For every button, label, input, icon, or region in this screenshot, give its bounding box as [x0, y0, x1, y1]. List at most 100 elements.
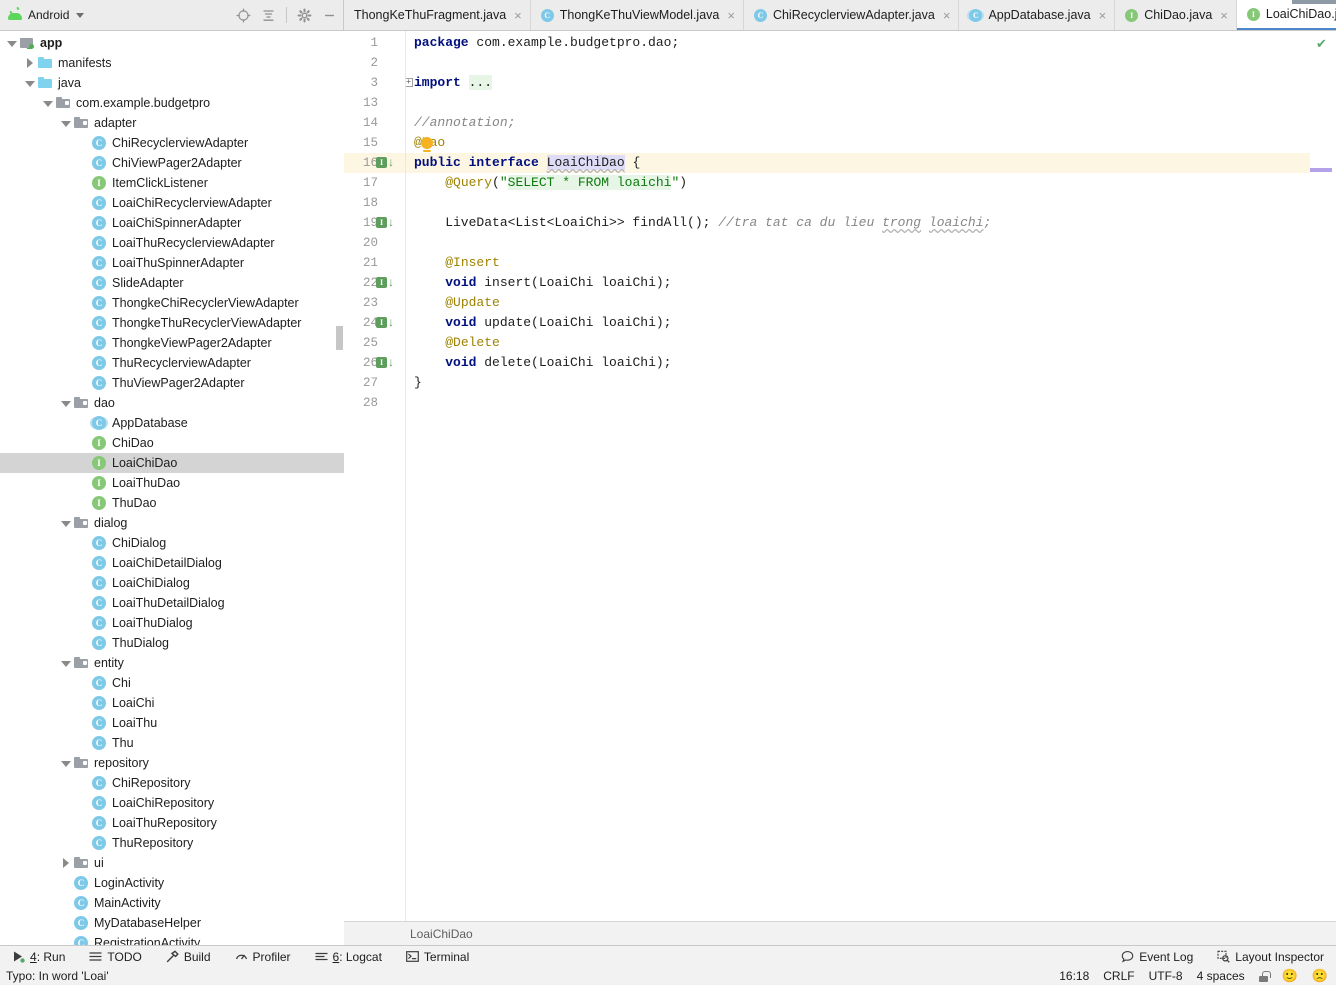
chevron-down-icon[interactable] [60, 118, 71, 129]
tree-item-loaithuspinneradapter[interactable]: C LoaiThuSpinnerAdapter [0, 253, 344, 273]
tree-item-thu[interactable]: C Thu [0, 733, 344, 753]
tool-window-button-terminal[interactable]: Terminal [394, 946, 481, 968]
tree-item-thurepository[interactable]: C ThuRepository [0, 833, 344, 853]
tree-item-chi[interactable]: C Chi [0, 673, 344, 693]
tool-window-button-logcat[interactable]: 6: Logcat [303, 946, 394, 968]
tree-item-registrationactivity[interactable]: C RegistrationActivity [0, 933, 344, 945]
tree-item-loaithu[interactable]: C LoaiThu [0, 713, 344, 733]
chevron-down-icon[interactable] [42, 98, 53, 109]
editor-tab-appdatabase[interactable]: C AppDatabase.java × [959, 0, 1116, 30]
tree-item-mydatabasehelper[interactable]: C MyDatabaseHelper [0, 913, 344, 933]
project-tree[interactable]: app manifests java com.example.budgetpro ada… [0, 31, 344, 945]
tree-item-chirepository[interactable]: C ChiRepository [0, 773, 344, 793]
tree-item-loaithurecyclerviewadapter[interactable]: C LoaiThuRecyclerviewAdapter [0, 233, 344, 253]
line-separator[interactable]: CRLF [1103, 969, 1134, 983]
editor-tab-chirecyclerviewadapter[interactable]: C ChiRecyclerviewAdapter.java × [744, 0, 960, 30]
chevron-down-icon[interactable] [60, 658, 71, 669]
editor-gutter[interactable]: 1 2 3 13 14 15 16 17 18 19 20 21 22 23 24 25 26 27 28 I ↓ I ↓ I… [344, 31, 406, 921]
code-editor[interactable]: 1 2 3 13 14 15 16 17 18 19 20 21 22 23 24 25 26 27 28 I ↓ I ↓ I… [344, 31, 1336, 921]
tree-item-loaichirecyclerviewadapter[interactable]: C LoaiChiRecyclerviewAdapter [0, 193, 344, 213]
tree-item-chirecyclerviewadapter[interactable]: C ChiRecyclerviewAdapter [0, 133, 344, 153]
tree-item-loaithudetaildialog[interactable]: C LoaiThuDetailDialog [0, 593, 344, 613]
close-icon[interactable]: × [943, 9, 951, 22]
intention-lightbulb-icon[interactable] [421, 137, 433, 152]
tree-item-appdatabase[interactable]: C AppDatabase [0, 413, 344, 433]
chevron-down-icon[interactable] [6, 38, 17, 49]
tree-item-loaichidao[interactable]: I LoaiChiDao [0, 453, 344, 473]
horizontal-scrollbar-thumb[interactable] [1292, 0, 1336, 4]
tree-item-thongkeviewpager2adapter[interactable]: C ThongkeViewPager2Adapter [0, 333, 344, 353]
tree-item-thurecyclerviewadapter[interactable]: C ThuRecyclerviewAdapter [0, 353, 344, 373]
tree-item-loaichidetaildialog[interactable]: C LoaiChiDetailDialog [0, 553, 344, 573]
settings-gear-icon[interactable] [297, 8, 312, 23]
chevron-down-icon[interactable] [24, 78, 35, 89]
smiley-sad-icon[interactable]: 🙁 [1312, 968, 1328, 984]
close-icon[interactable]: × [1220, 9, 1228, 22]
tool-window-button-event-log[interactable]: Event Log [1109, 946, 1205, 968]
tree-item-repository[interactable]: repository [0, 753, 344, 773]
implemented-method-icon[interactable]: I [376, 217, 387, 228]
tree-item-dao[interactable]: dao [0, 393, 344, 413]
breadcrumb[interactable]: LoaiChiDao [410, 927, 473, 941]
typo-marker[interactable] [1310, 168, 1332, 172]
tree-item-loaichi[interactable]: C LoaiChi [0, 693, 344, 713]
inspection-stripe[interactable] [1310, 31, 1336, 921]
project-view-selector-label[interactable]: Android [28, 8, 69, 22]
editor-tab-thongkethuviewmodel[interactable]: C ThongKeThuViewModel.java × [531, 0, 744, 30]
tree-item-chidialog[interactable]: C ChiDialog [0, 533, 344, 553]
tree-item-loaichirepository[interactable]: C LoaiChiRepository [0, 793, 344, 813]
tree-item-dialog[interactable]: dialog [0, 513, 344, 533]
tree-item-thuviewpager2adapter[interactable]: C ThuViewPager2Adapter [0, 373, 344, 393]
tree-item-adapter[interactable]: adapter [0, 113, 344, 133]
tree-item-java[interactable]: java [0, 73, 344, 93]
tool-window-button-todo[interactable]: TODO [77, 946, 153, 968]
tool-window-button-build[interactable]: Build [154, 946, 223, 968]
tree-item-loaithurepository[interactable]: C LoaiThuRepository [0, 813, 344, 833]
tree-item-itemclicklistener[interactable]: I ItemClickListener [0, 173, 344, 193]
tree-item-ui[interactable]: ui [0, 853, 344, 873]
unlocked-padlock-icon[interactable] [1258, 970, 1271, 982]
implemented-method-icon[interactable]: I [376, 317, 387, 328]
tool-window-button-layout-inspector[interactable]: Layout Inspector [1205, 946, 1336, 968]
chevron-down-icon[interactable] [76, 12, 85, 18]
fold-expand-icon[interactable]: + [406, 78, 413, 87]
tool-window-button-profiler[interactable]: Profiler [223, 946, 303, 968]
tree-item-mainactivity[interactable]: C MainActivity [0, 893, 344, 913]
tree-item-loginactivity[interactable]: C LoginActivity [0, 873, 344, 893]
editor-tab-thongkethufragment[interactable]: ThongKeThuFragment.java × [344, 0, 531, 30]
tree-item-chidao[interactable]: I ChiDao [0, 433, 344, 453]
locate-target-icon[interactable] [236, 8, 251, 23]
tree-item-thongkethurecyclerviewadapter[interactable]: C ThongkeThuRecyclerViewAdapter [0, 313, 344, 333]
chevron-right-icon[interactable] [24, 57, 35, 69]
close-icon[interactable]: × [1099, 9, 1107, 22]
caret-position[interactable]: 16:18 [1059, 969, 1089, 983]
minimize-icon[interactable] [322, 8, 337, 23]
chevron-down-icon[interactable] [60, 398, 71, 409]
indent-setting[interactable]: 4 spaces [1197, 969, 1245, 983]
tool-window-button-run[interactable]: 4: Run [0, 946, 77, 968]
implemented-interface-icon[interactable]: I [376, 157, 387, 168]
close-icon[interactable]: × [514, 9, 522, 22]
tree-item-thudialog[interactable]: C ThuDialog [0, 633, 344, 653]
tree-item-loaithudialog[interactable]: C LoaiThuDialog [0, 613, 344, 633]
tree-item-loaichidialog[interactable]: C LoaiChiDialog [0, 573, 344, 593]
tree-item-entity[interactable]: entity [0, 653, 344, 673]
tree-item-thudao[interactable]: I ThuDao [0, 493, 344, 513]
chevron-down-icon[interactable] [60, 518, 71, 529]
file-encoding[interactable]: UTF-8 [1149, 969, 1183, 983]
tree-item-app[interactable]: app [0, 33, 344, 53]
tree-item-chiviewpager2adapter[interactable]: C ChiViewPager2Adapter [0, 153, 344, 173]
tree-item-slideadapter[interactable]: C SlideAdapter [0, 273, 344, 293]
smiley-happy-icon[interactable]: 🙂 [1282, 968, 1298, 984]
project-tree-scrollbar-thumb[interactable] [336, 326, 343, 350]
code-text-area[interactable]: package com.example.budgetpro.dao; import… [406, 31, 1336, 921]
tree-item-loaithudao[interactable]: I LoaiThuDao [0, 473, 344, 493]
editor-tab-loaichidao[interactable]: ILoaiChiDao.java× [1236, 0, 1336, 30]
tree-item-loaichispinneradapter[interactable]: C LoaiChiSpinnerAdapter [0, 213, 344, 233]
implemented-method-icon[interactable]: I [376, 277, 387, 288]
close-icon[interactable]: × [727, 9, 735, 22]
chevron-right-icon[interactable] [60, 857, 71, 869]
tree-item-com-example-budgetpro[interactable]: com.example.budgetpro [0, 93, 344, 113]
tree-item-manifests[interactable]: manifests [0, 53, 344, 73]
implemented-method-icon[interactable]: I [376, 357, 387, 368]
